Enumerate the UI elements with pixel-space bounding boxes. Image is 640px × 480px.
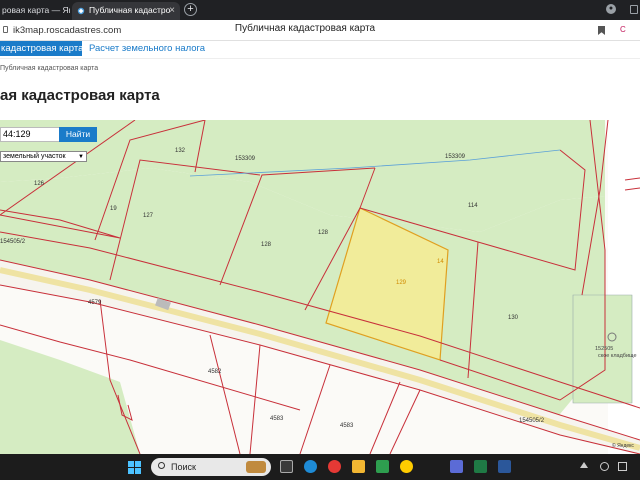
tray-expand-icon[interactable] (580, 462, 588, 468)
parcel-label-selected: 14 (437, 259, 444, 265)
parcel-label: 4582 (208, 369, 222, 375)
parcel-label: 4583 (340, 423, 354, 429)
page-heading: ая кадастровая карта (0, 87, 160, 104)
parcel-label: 132 (175, 148, 186, 154)
photos-icon[interactable] (450, 460, 463, 473)
tab-label: ровая карта — Янд (2, 5, 70, 15)
find-button[interactable]: Найти (59, 127, 97, 142)
map-attribution: © Яндекс (612, 442, 634, 449)
map-canvas[interactable]: 132 153309 153309 126 19 127 114 128 128… (0, 120, 640, 454)
parcel-label: 4579 (88, 300, 102, 306)
taskbar: Поиск (0, 454, 640, 480)
edge-icon[interactable] (304, 460, 317, 473)
word-icon[interactable] (498, 460, 511, 473)
app-green-icon[interactable] (376, 460, 389, 473)
taskbar-search-label: Поиск (171, 462, 196, 472)
nav-tab-land-tax[interactable]: Расчет земельного налога (89, 41, 205, 56)
tab-yandex-map[interactable]: ровая карта — Янд (0, 2, 70, 20)
parcel-label: 154505/2 (519, 418, 545, 424)
search-icon (158, 462, 165, 469)
folder-icon[interactable] (352, 460, 365, 473)
account-badge[interactable]: С (620, 25, 626, 34)
volume-icon[interactable] (618, 462, 627, 471)
page-title: Публичная кадастровая карта (234, 23, 376, 34)
divider (0, 58, 640, 59)
close-tab-icon[interactable]: × (169, 2, 175, 19)
poi-code: 152505 (595, 346, 613, 352)
tab-label: Публичная кадастро (89, 5, 171, 15)
windows-start-icon[interactable] (128, 461, 141, 474)
parcel-label-selected: 129 (396, 280, 407, 286)
yandex-browser-icon[interactable] (400, 460, 413, 473)
browser-tab-bar: ровая карта — Янд Публичная кадастро × +… (0, 0, 640, 20)
white-area (608, 120, 640, 454)
object-type-value: земельный участок (3, 153, 66, 160)
nav-tab-cadastral-map[interactable]: кадастровая карта (0, 41, 82, 56)
parcel-label: 128 (261, 242, 272, 248)
breadcrumb[interactable]: Публичная кадастровая карта (0, 65, 98, 72)
parcel-label: 126 (34, 181, 45, 187)
chevron-down-icon: ▼ (78, 154, 84, 160)
cadastral-search-input[interactable]: 44:129 (0, 127, 60, 142)
parcel-label: 128 (318, 230, 329, 236)
object-type-select[interactable]: земельный участок ▼ (0, 151, 87, 162)
parcel-label: 153309 (445, 154, 466, 160)
window-restore-icon[interactable] (630, 5, 638, 14)
parcel-label: 114 (468, 203, 478, 209)
wifi-icon[interactable] (600, 462, 609, 471)
profile-icon[interactable]: ● (606, 4, 616, 14)
address-bar: ik3map.roscadastres.com Публичная кадаст… (0, 20, 640, 41)
parcel-label: 130 (508, 315, 519, 321)
parcel-label: 4583 (270, 416, 284, 422)
file-manager-icon[interactable] (280, 460, 293, 473)
excel-icon[interactable] (474, 460, 487, 473)
new-tab-button[interactable]: + (184, 3, 197, 16)
site-favicon-icon (77, 7, 85, 15)
parcel-label: 19 (110, 206, 117, 212)
cadastral-map[interactable]: 132 153309 153309 126 19 127 114 128 128… (0, 120, 640, 454)
yandex-icon[interactable] (328, 460, 341, 473)
parcel-label: 154505/2 (0, 239, 26, 245)
parcel-label: 127 (143, 213, 154, 219)
poi-name: ское кладбище (598, 353, 637, 359)
tab-cadastral-map[interactable]: Публичная кадастро × (72, 2, 180, 20)
taskbar-search[interactable]: Поиск (151, 458, 271, 476)
parcel-label: 153309 (235, 156, 256, 162)
site-header: кадастровая карта Расчет земельного нало… (0, 41, 640, 120)
search-highlight-icon (246, 461, 266, 473)
